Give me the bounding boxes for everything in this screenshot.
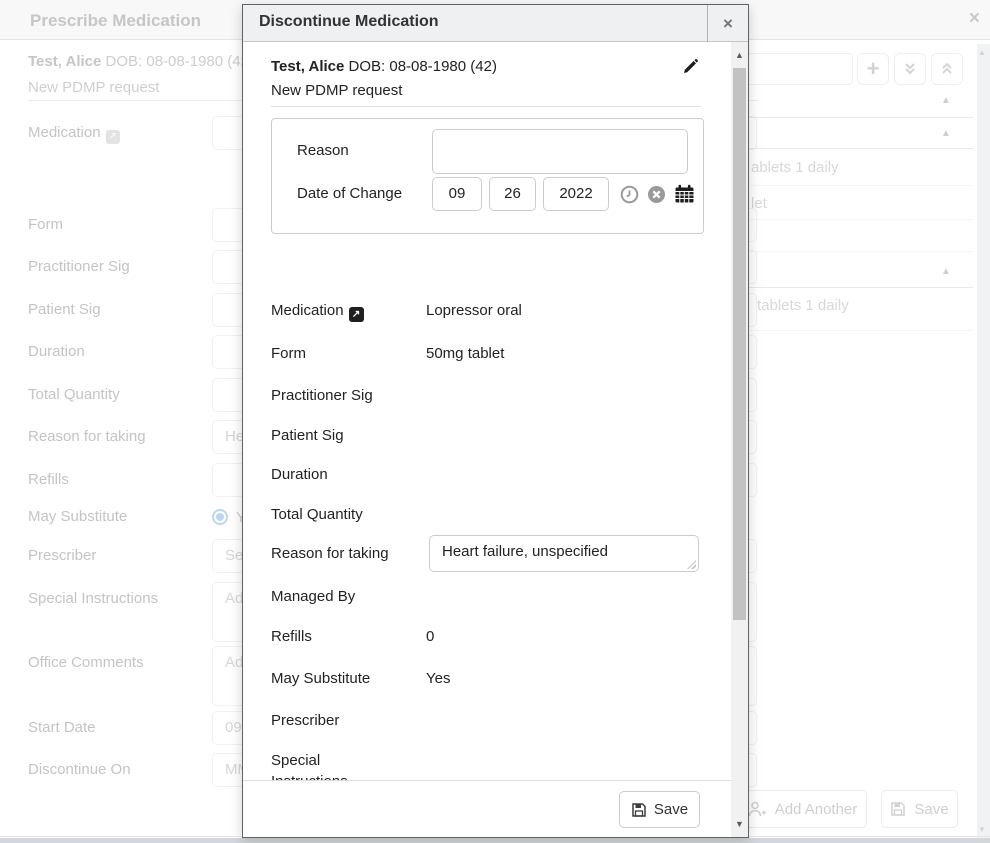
may-substitute-value: Yes [426, 668, 450, 689]
page-scrollbar[interactable]: ▲ ▼ [977, 44, 990, 838]
field-label-office-comments: Office Comments [28, 654, 144, 671]
field-row-duration: Duration [271, 464, 711, 485]
page-close-icon[interactable]: × [969, 8, 980, 30]
scrollbar-thumb[interactable] [733, 68, 746, 620]
external-link-icon[interactable]: ↗ [106, 130, 120, 144]
field-row-practitioner-sig: Practitioner Sig [271, 385, 711, 406]
field-label-prescriber: Prescriber [28, 547, 96, 564]
reason-label: Reason [297, 142, 349, 159]
field-label-special-instructions: Special Instructions [28, 590, 158, 607]
edit-pencil-icon[interactable] [681, 58, 699, 76]
scroll-up-icon[interactable]: ▲ [978, 48, 986, 57]
dialog-scrollbar[interactable]: ▲ ▼ [731, 42, 748, 837]
dialog-footer: Save [243, 780, 731, 837]
window-bottom-strip [0, 838, 990, 843]
save-icon [890, 801, 906, 817]
row-divider [750, 251, 973, 252]
collapse-panel-icon[interactable]: ▲ [941, 128, 951, 139]
add-another-button[interactable]: Add Another [737, 790, 867, 828]
refills-value: 0 [426, 626, 434, 647]
dialog-save-button[interactable]: Save [619, 791, 700, 828]
collapse-panel-icon[interactable]: ▲ [941, 266, 951, 277]
discontinue-groupbox: Reason Date of Change 09 26 2022 [271, 118, 704, 234]
dialog-title: Discontinue Medication [259, 13, 439, 31]
medication-summary-text: tablets 1 daily [757, 297, 849, 314]
field-label-may-substitute: May Substitute [28, 508, 127, 525]
field-label-medication: Medication↗ [28, 124, 120, 144]
close-icon: × [723, 14, 733, 34]
external-link-icon[interactable]: ↗ [349, 307, 364, 322]
page-title: Prescribe Medication [30, 11, 201, 31]
save-label: Save [914, 801, 948, 818]
date-month-input[interactable]: 09 [432, 177, 482, 211]
field-label-reason-for-taking: Reason for taking [28, 428, 146, 445]
field-label-form: Form [28, 216, 63, 233]
medication-summary-text: ablets 1 daily [751, 159, 839, 176]
save-icon [631, 802, 647, 818]
pdmp-request-label: New PDMP request [271, 82, 402, 99]
calendar-icon[interactable] [674, 184, 695, 204]
reason-for-taking-textarea[interactable]: Heart failure, unspecified [429, 535, 699, 572]
clear-date-icon[interactable] [647, 185, 666, 204]
field-row-reason-for-taking: Reason for taking Heart failure, unspeci… [271, 535, 711, 572]
medication-summary-text: let [751, 195, 767, 212]
field-label-total-quantity: Total Quantity [28, 386, 120, 403]
app-window: Prescribe Medication × Test, Alice DOB: … [0, 0, 990, 843]
person-plus-icon [747, 800, 767, 818]
patient-name: Test, Alice [28, 53, 101, 70]
patient-dob: DOB: 08-08-1980 (42) [349, 58, 497, 75]
collapse-all-button[interactable] [931, 53, 963, 85]
field-row-total-quantity: Total Quantity [271, 504, 711, 525]
page-save-button[interactable]: Save [881, 790, 958, 828]
scroll-down-icon[interactable]: ▼ [978, 825, 986, 834]
add-another-label: Add Another [775, 801, 858, 818]
row-divider [750, 330, 973, 331]
time-clock-icon[interactable] [620, 185, 639, 204]
field-row-may-substitute: May Substitute Yes [271, 668, 711, 689]
may-substitute-yes-radio[interactable] [212, 509, 228, 525]
expand-all-button[interactable] [894, 53, 926, 85]
field-row-form: Form 50mg tablet [271, 343, 711, 364]
dialog-header: Discontinue Medication × [243, 5, 748, 42]
date-year-input[interactable]: 2022 [543, 177, 609, 211]
form-value: 50mg tablet [426, 343, 504, 364]
scroll-up-icon[interactable]: ▲ [731, 50, 748, 60]
dialog-body: Test, Alice DOB: 08-08-1980 (42) New PDM… [243, 42, 731, 837]
row-divider [750, 219, 973, 220]
field-label-discontinue-on: Discontinue On [28, 761, 131, 778]
field-row-refills: Refills 0 [271, 626, 711, 647]
double-chevron-up-icon [938, 60, 956, 78]
pdmp-request-label: New PDMP request [28, 79, 159, 96]
field-label-refills: Refills [28, 471, 69, 488]
plus-icon: + [867, 58, 880, 80]
field-row-patient-sig: Patient Sig [271, 425, 711, 446]
divider [271, 106, 701, 107]
date-of-change-row: 09 26 2022 [432, 177, 695, 211]
medication-label: Medication↗ [271, 300, 426, 322]
field-label-patient-sig: Patient Sig [28, 301, 101, 318]
patient-name: Test, Alice [271, 58, 344, 75]
field-row-prescriber: Prescriber [271, 710, 711, 731]
field-label-start-date: Start Date [28, 719, 96, 736]
resize-grip-icon[interactable] [687, 560, 696, 569]
date-of-change-label: Date of Change [297, 185, 402, 202]
field-row-managed-by: Managed By [271, 586, 711, 607]
patient-summary: Test, Alice DOB: 08-08-1980 (42) [28, 53, 254, 70]
collapse-panel-icon[interactable]: ▲ [941, 95, 951, 106]
scroll-down-icon[interactable]: ▼ [731, 819, 748, 829]
reason-textarea[interactable] [432, 129, 688, 174]
patient-summary: Test, Alice DOB: 08-08-1980 (42) [271, 58, 497, 75]
field-row-medication: Medication↗ Lopressor oral [271, 300, 711, 322]
save-label: Save [654, 801, 688, 818]
field-label-duration: Duration [28, 343, 85, 360]
dialog-close-button[interactable]: × [707, 5, 748, 42]
date-day-input[interactable]: 26 [489, 177, 536, 211]
double-chevron-down-icon [901, 60, 919, 78]
field-label-practitioner-sig: Practitioner Sig [28, 258, 130, 275]
medication-value: Lopressor oral [426, 300, 522, 321]
row-divider [750, 185, 973, 186]
discontinue-medication-dialog: Discontinue Medication × Test, Alice DOB… [242, 4, 749, 838]
patient-dob: DOB: 08-08-1980 (42) [106, 53, 254, 70]
add-button[interactable]: + [857, 53, 889, 85]
